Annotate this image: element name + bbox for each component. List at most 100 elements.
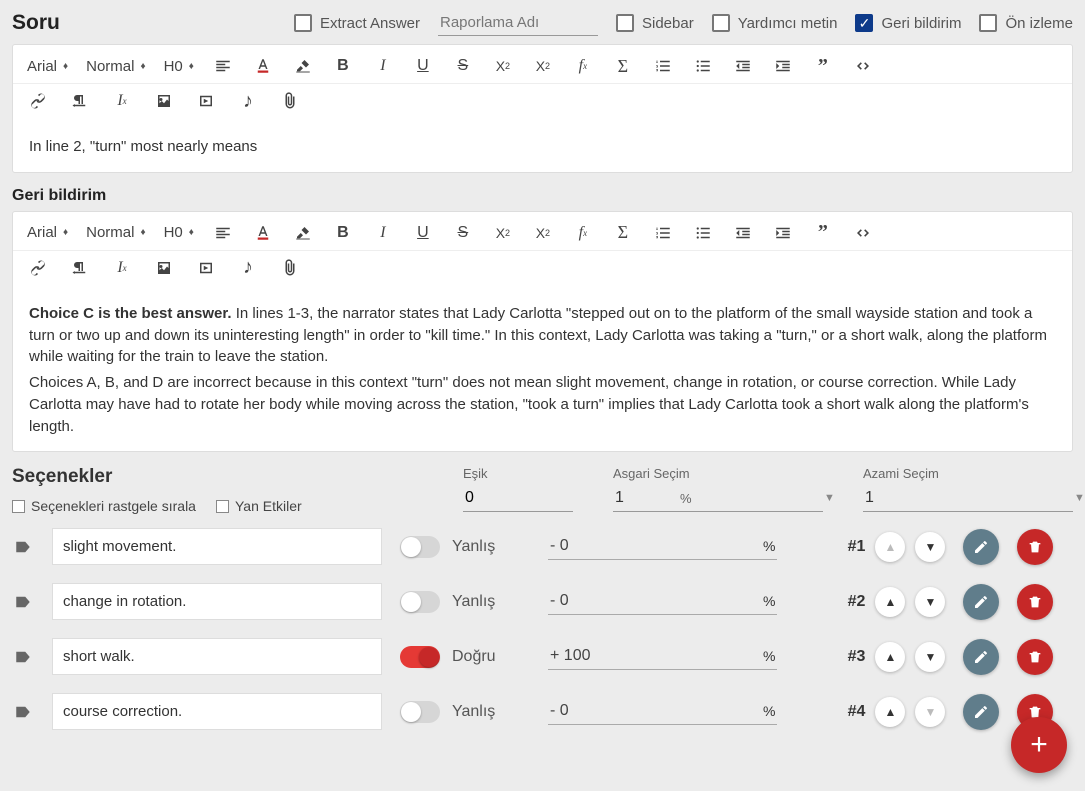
- move-down-button[interactable]: ▼: [915, 587, 945, 617]
- report-name-input[interactable]: [438, 10, 598, 36]
- heading-select[interactable]: H0♦: [164, 58, 194, 75]
- superscript-icon[interactable]: X2: [532, 222, 554, 244]
- edit-choice-button[interactable]: [963, 639, 999, 675]
- min-selection-input[interactable]: [613, 485, 824, 511]
- randomize-checkbox[interactable]: Seçenekleri rastgele sırala: [12, 498, 196, 514]
- highlight-icon[interactable]: [292, 222, 314, 244]
- choice-text-input[interactable]: [52, 583, 382, 620]
- tag-icon[interactable]: [12, 538, 34, 556]
- subscript-icon[interactable]: X2: [492, 222, 514, 244]
- choice-text-input[interactable]: [52, 528, 382, 565]
- clear-format-icon[interactable]: Ix: [111, 90, 133, 112]
- link-icon[interactable]: [27, 90, 49, 112]
- code-icon[interactable]: [852, 55, 874, 77]
- image-icon[interactable]: [153, 90, 175, 112]
- question-editor-content[interactable]: In line 2, "turn" most nearly means: [13, 122, 1072, 172]
- move-up-button[interactable]: ▲: [875, 642, 905, 672]
- move-up-button[interactable]: ▲: [875, 697, 905, 727]
- text-color-icon[interactable]: [252, 222, 274, 244]
- image-icon[interactable]: [153, 257, 175, 279]
- unordered-list-icon[interactable]: [692, 55, 714, 77]
- extract-answer-label: Extract Answer: [320, 15, 420, 32]
- score-input[interactable]: [550, 537, 757, 555]
- chevron-down-icon[interactable]: ▼: [824, 492, 835, 504]
- align-left-icon[interactable]: [212, 55, 234, 77]
- italic-icon[interactable]: I: [372, 55, 394, 77]
- code-icon[interactable]: [852, 222, 874, 244]
- score-input[interactable]: [550, 592, 757, 610]
- delete-choice-button[interactable]: [1017, 639, 1053, 675]
- side-effects-checkbox[interactable]: Yan Etkiler: [216, 498, 302, 514]
- add-choice-fab[interactable]: +: [1011, 717, 1067, 773]
- text-color-icon[interactable]: [252, 55, 274, 77]
- max-selection-input[interactable]: [863, 485, 1074, 511]
- move-down-button[interactable]: ▼: [915, 642, 945, 672]
- italic-icon[interactable]: I: [372, 222, 394, 244]
- font-weight-select[interactable]: Normal♦: [86, 224, 145, 241]
- ordered-list-icon[interactable]: [652, 222, 674, 244]
- video-icon[interactable]: [195, 257, 217, 279]
- delete-choice-button[interactable]: [1017, 529, 1053, 565]
- feedback-checkbox[interactable]: Geri bildirim: [855, 14, 961, 32]
- choice-text-input[interactable]: [52, 693, 382, 730]
- correct-toggle[interactable]: [400, 536, 440, 558]
- heading-select[interactable]: H0♦: [164, 224, 194, 241]
- audio-icon[interactable]: ♪: [237, 90, 259, 112]
- underline-icon[interactable]: U: [412, 55, 434, 77]
- bold-icon[interactable]: B: [332, 222, 354, 244]
- video-icon[interactable]: [195, 90, 217, 112]
- sidebar-checkbox[interactable]: Sidebar: [616, 14, 694, 32]
- edit-choice-button[interactable]: [963, 694, 999, 730]
- correct-toggle[interactable]: [400, 591, 440, 613]
- align-left-icon[interactable]: [212, 222, 234, 244]
- attachment-icon[interactable]: [279, 257, 301, 279]
- clear-format-icon[interactable]: Ix: [111, 257, 133, 279]
- audio-icon[interactable]: ♪: [237, 257, 259, 279]
- font-weight-select[interactable]: Normal♦: [86, 58, 145, 75]
- choice-text-input[interactable]: [52, 638, 382, 675]
- outdent-icon[interactable]: [732, 222, 754, 244]
- move-up-button[interactable]: ▲: [875, 587, 905, 617]
- tag-icon[interactable]: [12, 703, 34, 721]
- strikethrough-icon[interactable]: S: [452, 222, 474, 244]
- edit-choice-button[interactable]: [963, 584, 999, 620]
- preview-checkbox[interactable]: Ön izleme: [979, 14, 1073, 32]
- sigma-icon[interactable]: Σ: [612, 222, 634, 244]
- font-family-select[interactable]: Arial♦: [27, 224, 68, 241]
- bold-icon[interactable]: B: [332, 55, 354, 77]
- unordered-list-icon[interactable]: [692, 222, 714, 244]
- chevron-down-icon[interactable]: ▼: [1074, 492, 1085, 504]
- indent-icon[interactable]: [772, 222, 794, 244]
- sigma-icon[interactable]: Σ: [612, 55, 634, 77]
- quote-icon[interactable]: ”: [812, 55, 834, 77]
- subscript-icon[interactable]: X2: [492, 55, 514, 77]
- min-selection-label: Asgari Seçim: [613, 466, 823, 481]
- paragraph-direction-icon[interactable]: [69, 90, 91, 112]
- ordered-list-icon[interactable]: [652, 55, 674, 77]
- paragraph-direction-icon[interactable]: [69, 257, 91, 279]
- extract-answer-checkbox[interactable]: Extract Answer: [294, 14, 420, 32]
- edit-choice-button[interactable]: [963, 529, 999, 565]
- feedback-editor-content[interactable]: Choice C is the best answer. In lines 1-…: [13, 289, 1072, 452]
- superscript-icon[interactable]: X2: [532, 55, 554, 77]
- delete-choice-button[interactable]: [1017, 584, 1053, 620]
- correct-toggle[interactable]: [400, 646, 440, 668]
- strikethrough-icon[interactable]: S: [452, 55, 474, 77]
- score-input[interactable]: [550, 702, 757, 720]
- tag-icon[interactable]: [12, 593, 34, 611]
- outdent-icon[interactable]: [732, 55, 754, 77]
- indent-icon[interactable]: [772, 55, 794, 77]
- score-input[interactable]: [550, 647, 757, 665]
- function-icon[interactable]: fx: [572, 222, 594, 244]
- helper-text-checkbox[interactable]: Yardımcı metin: [712, 14, 838, 32]
- correct-toggle[interactable]: [400, 701, 440, 723]
- underline-icon[interactable]: U: [412, 222, 434, 244]
- tag-icon[interactable]: [12, 648, 34, 666]
- quote-icon[interactable]: ”: [812, 222, 834, 244]
- move-down-button[interactable]: ▼: [915, 532, 945, 562]
- attachment-icon[interactable]: [279, 90, 301, 112]
- link-icon[interactable]: [27, 257, 49, 279]
- highlight-icon[interactable]: [292, 55, 314, 77]
- function-icon[interactable]: fx: [572, 55, 594, 77]
- font-family-select[interactable]: Arial♦: [27, 58, 68, 75]
